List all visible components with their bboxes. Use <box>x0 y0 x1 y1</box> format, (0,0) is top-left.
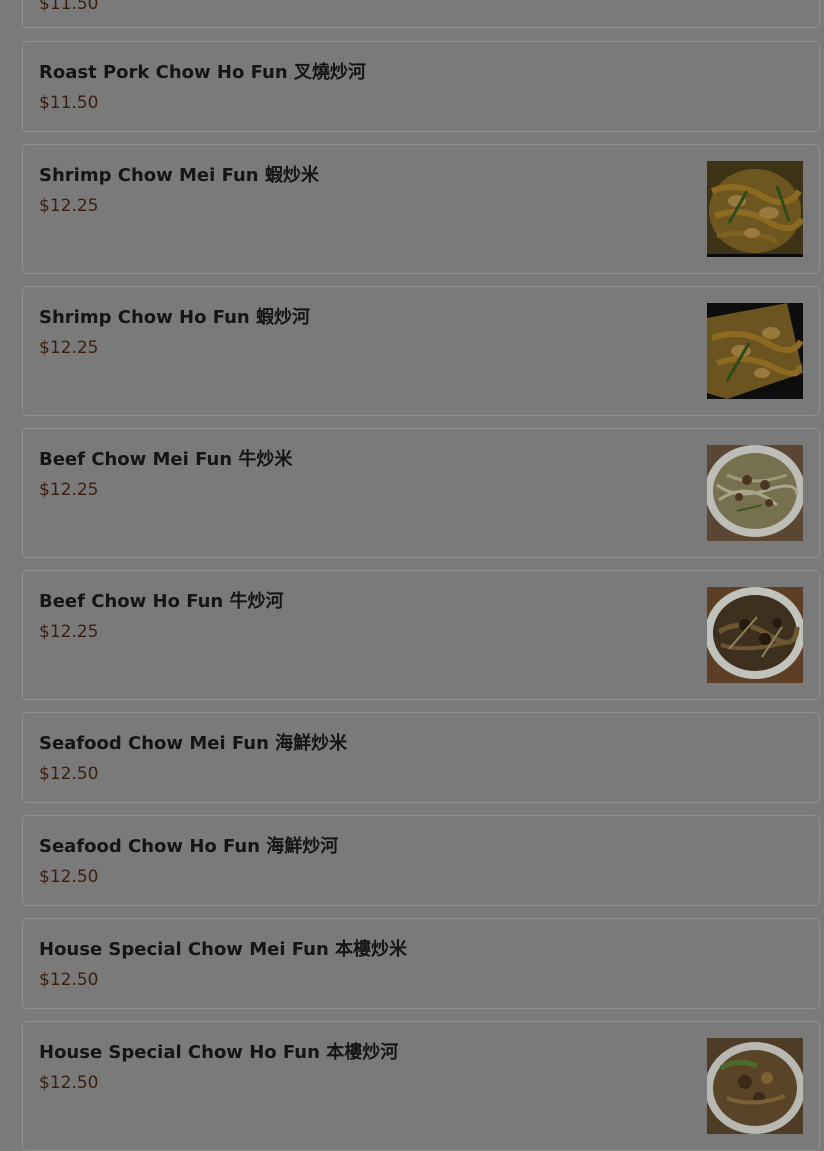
menu-item-price: $12.25 <box>39 480 99 500</box>
menu-item-name: House Special Chow Ho Fun 本樓炒河 <box>39 1042 399 1063</box>
menu-item-price: $12.50 <box>39 1073 99 1093</box>
menu-item-card[interactable]: House Special Chow Ho Fun 本樓炒河 $12.50 <box>22 1021 820 1151</box>
menu-item-name: Seafood Chow Ho Fun 海鮮炒河 <box>39 836 339 857</box>
menu-item-price: $12.25 <box>39 622 99 642</box>
menu-item-card[interactable]: Shrimp Chow Mei Fun 蝦炒米 $12.25 <box>22 144 820 274</box>
menu-item-price: $12.25 <box>39 196 99 216</box>
menu-item-price: $12.50 <box>39 970 99 990</box>
menu-item-price: $11.50 <box>39 93 99 113</box>
menu-item-name: Shrimp Chow Mei Fun 蝦炒米 <box>39 165 319 186</box>
menu-item-card[interactable]: Shrimp Chow Ho Fun 蝦炒河 $12.25 <box>22 286 820 416</box>
menu-item-card[interactable]: Seafood Chow Mei Fun 海鮮炒米 $12.50 <box>22 712 820 803</box>
menu-item-price: $12.50 <box>39 764 99 784</box>
menu-item-name: Beef Chow Ho Fun 牛炒河 <box>39 591 284 612</box>
menu-item-card[interactable]: $11.50 <box>22 0 820 28</box>
menu-item-card[interactable]: House Special Chow Mei Fun 本樓炒米 $12.50 <box>22 918 820 1009</box>
menu-item-price: $12.50 <box>39 867 99 887</box>
house-special-photo <box>707 1038 803 1134</box>
beef-rice-noodles-photo <box>707 445 803 541</box>
menu-item-price: $11.50 <box>39 0 99 14</box>
menu-item-name: Beef Chow Mei Fun 牛炒米 <box>39 449 293 470</box>
menu-item-card[interactable]: Seafood Chow Ho Fun 海鮮炒河 $12.50 <box>22 815 820 906</box>
menu-item-card[interactable]: Beef Chow Mei Fun 牛炒米 $12.25 <box>22 428 820 558</box>
menu-item-card[interactable]: Roast Pork Chow Ho Fun 叉燒炒河 $11.50 <box>22 41 820 132</box>
menu-item-name: Seafood Chow Mei Fun 海鮮炒米 <box>39 733 348 754</box>
menu-item-price: $12.25 <box>39 338 99 358</box>
menu-item-name: Roast Pork Chow Ho Fun 叉燒炒河 <box>39 62 366 83</box>
menu-item-name: House Special Chow Mei Fun 本樓炒米 <box>39 939 408 960</box>
menu-item-name: Shrimp Chow Ho Fun 蝦炒河 <box>39 307 311 328</box>
menu-item-card[interactable]: Beef Chow Ho Fun 牛炒河 $12.25 <box>22 570 820 700</box>
shrimp-noodles-photo <box>707 303 803 399</box>
shrimp-noodles-photo <box>707 161 803 257</box>
menu-item-list: $11.50 Roast Pork Chow Ho Fun 叉燒炒河 $11.5… <box>22 0 822 1151</box>
beef-chow-fun-photo <box>707 587 803 683</box>
